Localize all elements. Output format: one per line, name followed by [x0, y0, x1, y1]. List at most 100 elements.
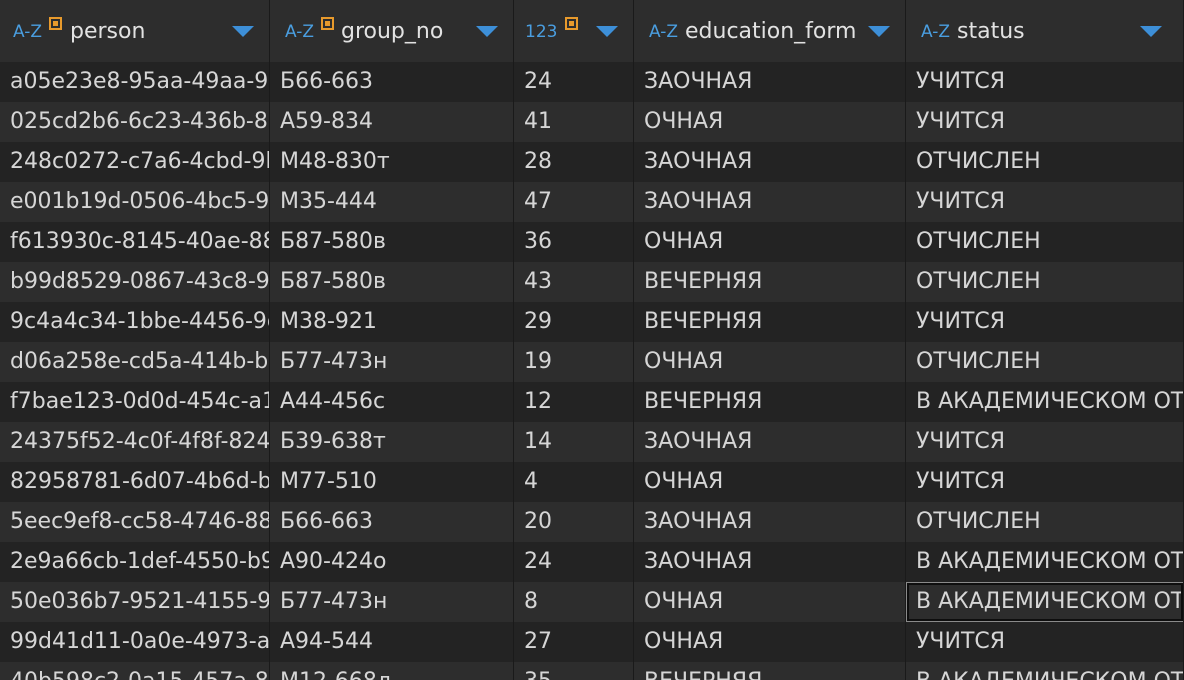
table-cell-status[interactable]: ОТЧИСЛЕН [906, 502, 1184, 542]
table-row[interactable]: 24375f52-4c0f-4f8f-824 Б39-638т 14 ЗАОЧНАЯ У… [0, 422, 1184, 462]
table-cell-group_no[interactable]: Б77-473н [270, 582, 514, 622]
table-cell-status[interactable]: ОТЧИСЛЕН [906, 262, 1184, 302]
table-cell-person[interactable]: 2e9a66cb-1def-4550-b9 [0, 542, 270, 582]
table-cell-status[interactable]: ОТЧИСЛЕН [906, 142, 1184, 182]
table-cell-status[interactable]: В АКАДЕМИЧЕСКОМ ОТ [906, 582, 1184, 622]
chevron-down-icon[interactable] [1140, 26, 1162, 37]
table-cell-group_no[interactable]: Б66-663 [270, 62, 514, 102]
table-cell-education_form[interactable]: ВЕЧЕРНЯЯ [634, 382, 906, 422]
table-cell-education_form[interactable]: ЗАОЧНАЯ [634, 62, 906, 102]
table-row[interactable]: b99d8529-0867-43c8-95 Б87-580в 43 ВЕЧЕРНЯЯ О… [0, 262, 1184, 302]
table-cell-numeric[interactable]: 20 [514, 502, 634, 542]
table-cell-education_form[interactable]: ОЧНАЯ [634, 102, 906, 142]
chevron-down-icon[interactable] [476, 26, 498, 37]
table-cell-group_no[interactable]: М38-921 [270, 302, 514, 342]
table-cell-education_form[interactable]: ВЕЧЕРНЯЯ [634, 662, 906, 680]
table-cell-education_form[interactable]: ОЧНАЯ [634, 582, 906, 622]
table-cell-numeric[interactable]: 24 [514, 542, 634, 582]
table-cell-status[interactable]: В АКАДЕМИЧЕСКОМ ОТ [906, 662, 1184, 680]
table-cell-numeric[interactable]: 41 [514, 102, 634, 142]
table-cell-person[interactable]: 5eec9ef8-cc58-4746-88f [0, 502, 270, 542]
table-row[interactable]: 2e9a66cb-1def-4550-b9 А90-424о 24 ЗАОЧНАЯ В … [0, 542, 1184, 582]
table-row[interactable]: e001b19d-0506-4bc5-9b М35-444 47 ЗАОЧНАЯ УЧИ… [0, 182, 1184, 222]
column-header-education_form[interactable]: A-Z education_form [634, 0, 906, 62]
table-cell-education_form[interactable]: ВЕЧЕРНЯЯ [634, 262, 906, 302]
table-cell-numeric[interactable]: 35 [514, 662, 634, 680]
table-cell-numeric[interactable]: 47 [514, 182, 634, 222]
table-cell-education_form[interactable]: ОЧНАЯ [634, 222, 906, 262]
table-cell-education_form[interactable]: ЗАОЧНАЯ [634, 542, 906, 582]
table-cell-education_form[interactable]: ЗАОЧНАЯ [634, 502, 906, 542]
table-cell-status[interactable]: УЧИТСЯ [906, 622, 1184, 662]
table-cell-numeric[interactable]: 14 [514, 422, 634, 462]
table-cell-group_no[interactable]: М77-510 [270, 462, 514, 502]
table-cell-group_no[interactable]: Б66-663 [270, 502, 514, 542]
table-cell-status[interactable]: УЧИТСЯ [906, 102, 1184, 142]
table-cell-education_form[interactable]: ВЕЧЕРНЯЯ [634, 302, 906, 342]
table-row[interactable]: d06a258e-cd5a-414b-b3 Б77-473н 19 ОЧНАЯ ОТЧИ… [0, 342, 1184, 382]
table-cell-person[interactable]: 248c0272-c7a6-4cbd-9b [0, 142, 270, 182]
table-cell-person[interactable]: d06a258e-cd5a-414b-b3 [0, 342, 270, 382]
table-cell-education_form[interactable]: ЗАОЧНАЯ [634, 182, 906, 222]
table-cell-status[interactable]: ОТЧИСЛЕН [906, 342, 1184, 382]
table-row[interactable]: 5eec9ef8-cc58-4746-88f Б66-663 20 ЗАОЧНАЯ ОТ… [0, 502, 1184, 542]
table-cell-status[interactable]: УЧИТСЯ [906, 62, 1184, 102]
table-row[interactable]: f7bae123-0d0d-454c-a1 А44-456с 12 ВЕЧЕРНЯЯ В… [0, 382, 1184, 422]
table-cell-person[interactable]: 9c4a4c34-1bbe-4456-9d [0, 302, 270, 342]
table-cell-person[interactable]: a05e23e8-95aa-49aa-92 [0, 62, 270, 102]
table-cell-education_form[interactable]: ОЧНАЯ [634, 462, 906, 502]
table-cell-status[interactable]: ОТЧИСЛЕН [906, 222, 1184, 262]
table-cell-education_form[interactable]: ОЧНАЯ [634, 342, 906, 382]
table-cell-numeric[interactable]: 43 [514, 262, 634, 302]
table-cell-status[interactable]: УЧИТСЯ [906, 422, 1184, 462]
table-cell-person[interactable]: f613930c-8145-40ae-885 [0, 222, 270, 262]
table-cell-numeric[interactable]: 36 [514, 222, 634, 262]
table-row[interactable]: 99d41d11-0a0e-4973-ac А94-544 27 ОЧНАЯ УЧИТС… [0, 622, 1184, 662]
table-cell-person[interactable]: 025cd2b6-6c23-436b-8c [0, 102, 270, 142]
table-row[interactable]: 248c0272-c7a6-4cbd-9b М48-830т 28 ЗАОЧНАЯ ОТ… [0, 142, 1184, 182]
table-cell-status[interactable]: УЧИТСЯ [906, 462, 1184, 502]
table-row[interactable]: 50e036b7-9521-4155-97 Б77-473н 8 ОЧНАЯ В АКА… [0, 582, 1184, 622]
table-cell-education_form[interactable]: ЗАОЧНАЯ [634, 142, 906, 182]
table-cell-group_no[interactable]: А59-834 [270, 102, 514, 142]
table-row[interactable]: 025cd2b6-6c23-436b-8c А59-834 41 ОЧНАЯ УЧИТС… [0, 102, 1184, 142]
table-cell-person[interactable]: 40b598c2-0a15-457a-80 [0, 662, 270, 680]
table-cell-education_form[interactable]: ОЧНАЯ [634, 622, 906, 662]
chevron-down-icon[interactable] [232, 26, 254, 37]
table-cell-status[interactable]: УЧИТСЯ [906, 182, 1184, 222]
table-cell-numeric[interactable]: 29 [514, 302, 634, 342]
table-cell-group_no[interactable]: А90-424о [270, 542, 514, 582]
table-cell-group_no[interactable]: М48-830т [270, 142, 514, 182]
table-cell-group_no[interactable]: Б87-580в [270, 262, 514, 302]
table-cell-person[interactable]: 99d41d11-0a0e-4973-ac [0, 622, 270, 662]
table-cell-numeric[interactable]: 8 [514, 582, 634, 622]
table-row[interactable]: 40b598c2-0a15-457a-80М12-668л35ВЕЧЕРНЯЯВ… [0, 662, 1184, 680]
table-cell-status[interactable]: УЧИТСЯ [906, 302, 1184, 342]
table-cell-numeric[interactable]: 27 [514, 622, 634, 662]
table-row[interactable]: 9c4a4c34-1bbe-4456-9d М38-921 29 ВЕЧЕРНЯЯ УЧ… [0, 302, 1184, 342]
table-cell-status[interactable]: В АКАДЕМИЧЕСКОМ ОТ [906, 542, 1184, 582]
table-row[interactable]: 82958781-6d07-4b6d-b4 М77-510 4 ОЧНАЯ УЧИТСЯ [0, 462, 1184, 502]
column-header-group_no[interactable]: A-Z group_no [270, 0, 514, 62]
chevron-down-icon[interactable] [868, 26, 890, 37]
table-cell-status[interactable]: В АКАДЕМИЧЕСКОМ ОТ [906, 382, 1184, 422]
chevron-down-icon[interactable] [596, 26, 618, 37]
table-cell-person[interactable]: 50e036b7-9521-4155-97 [0, 582, 270, 622]
table-cell-group_no[interactable]: М35-444 [270, 182, 514, 222]
table-row[interactable]: f613930c-8145-40ae-885 Б87-580в 36 ОЧНАЯ ОТЧ… [0, 222, 1184, 262]
table-cell-group_no[interactable]: Б77-473н [270, 342, 514, 382]
table-cell-person[interactable]: b99d8529-0867-43c8-95 [0, 262, 270, 302]
column-header-numeric[interactable]: 123 [514, 0, 634, 62]
table-cell-person[interactable]: 82958781-6d07-4b6d-b4 [0, 462, 270, 502]
table-cell-group_no[interactable]: А44-456с [270, 382, 514, 422]
column-header-person[interactable]: A-Z person [0, 0, 270, 62]
table-cell-person[interactable]: f7bae123-0d0d-454c-a1 [0, 382, 270, 422]
table-cell-numeric[interactable]: 19 [514, 342, 634, 382]
table-row[interactable]: a05e23e8-95aa-49aa-92 Б66-663 24 ЗАОЧНАЯ УЧИ… [0, 62, 1184, 102]
table-cell-group_no[interactable]: Б87-580в [270, 222, 514, 262]
table-cell-numeric[interactable]: 24 [514, 62, 634, 102]
table-cell-numeric[interactable]: 12 [514, 382, 634, 422]
table-cell-education_form[interactable]: ЗАОЧНАЯ [634, 422, 906, 462]
column-header-status[interactable]: A-Z status [906, 0, 1184, 62]
table-cell-group_no[interactable]: А94-544 [270, 622, 514, 662]
